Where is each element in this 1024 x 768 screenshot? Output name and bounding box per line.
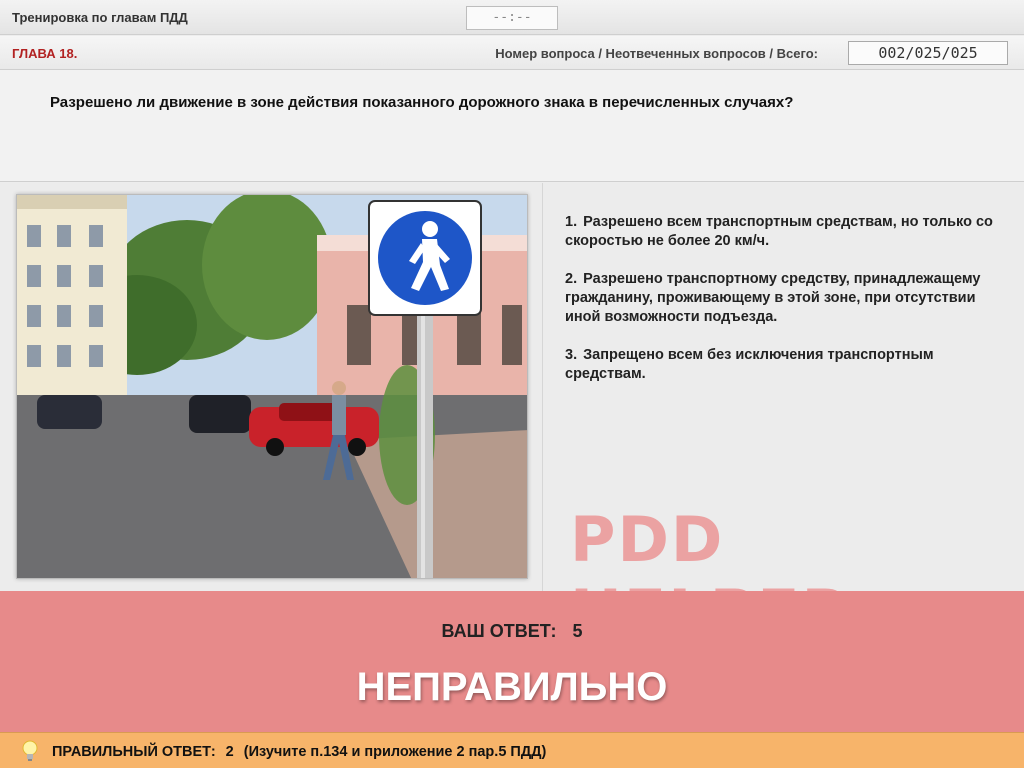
- correct-answer-label: ПРАВИЛЬНЫЙ ОТВЕТ:: [52, 744, 216, 760]
- answers-list: 1. Разрешено всем транспортным средствам,…: [565, 213, 1005, 403]
- chapter-title: ГЛАВА 18.: [12, 46, 78, 61]
- photo-panel: [0, 183, 543, 591]
- answer-option[interactable]: 2. Разрешено транспортному средству, прин…: [565, 270, 1005, 327]
- answer-text: Разрешено транспортному средству, принад…: [565, 271, 981, 325]
- answer-option[interactable]: 3. Запрещено всем без исключения транспор…: [565, 346, 1005, 384]
- your-answer-label: ВАШ ОТВЕТ:: [441, 621, 557, 641]
- result-panel: ВАШ ОТВЕТ: 5 НЕПРАВИЛЬНО: [0, 591, 1024, 732]
- question-photo: [16, 194, 528, 579]
- your-answer-value: 5: [572, 621, 583, 641]
- correct-answer-bar: ПРАВИЛЬНЫЙ ОТВЕТ: 2 (Изучите п.134 и прило…: [0, 732, 1024, 768]
- your-answer: ВАШ ОТВЕТ: 5: [0, 621, 1024, 642]
- app-title: Тренировка по главам ПДД: [12, 10, 188, 25]
- answer-number: 2.: [565, 271, 578, 287]
- answer-text: Запрещено всем без исключения транспортн…: [565, 347, 934, 382]
- lightbulb-icon: [22, 740, 38, 761]
- timer-display: --:--: [466, 6, 558, 30]
- question-panel: Разрешено ли движение в зоне действия по…: [0, 70, 1024, 182]
- question-text: Разрешено ли движение в зоне действия по…: [50, 94, 794, 111]
- question-counter-label: Номер вопроса / Неотвеченных вопросов / …: [495, 46, 818, 61]
- chapter-bar: ГЛАВА 18. Номер вопроса / Неотвеченных в…: [0, 36, 1024, 70]
- answer-number: 1.: [565, 214, 578, 230]
- content-area: 1. Разрешено всем транспортным средствам,…: [0, 183, 1024, 649]
- correct-answer-hint: (Изучите п.134 и приложение 2 пар.5 ПДД): [243, 744, 547, 760]
- answer-option[interactable]: 1. Разрешено всем транспортным средствам,…: [565, 213, 1005, 251]
- top-bar: Тренировка по главам ПДД --:--: [0, 0, 1024, 35]
- question-counter: 002/025/025: [848, 41, 1008, 65]
- correct-answer-text: ПРАВИЛЬНЫЙ ОТВЕТ: 2 (Изучите п.134 и прило…: [52, 744, 556, 760]
- answer-text: Разрешено всем транспортным средствам, н…: [565, 214, 993, 249]
- street-scene-illustration: [17, 195, 527, 578]
- answer-number: 3.: [565, 347, 578, 363]
- correct-answer-value: 2: [225, 744, 234, 760]
- verdict-text: НЕПРАВИЛЬНО: [356, 665, 668, 709]
